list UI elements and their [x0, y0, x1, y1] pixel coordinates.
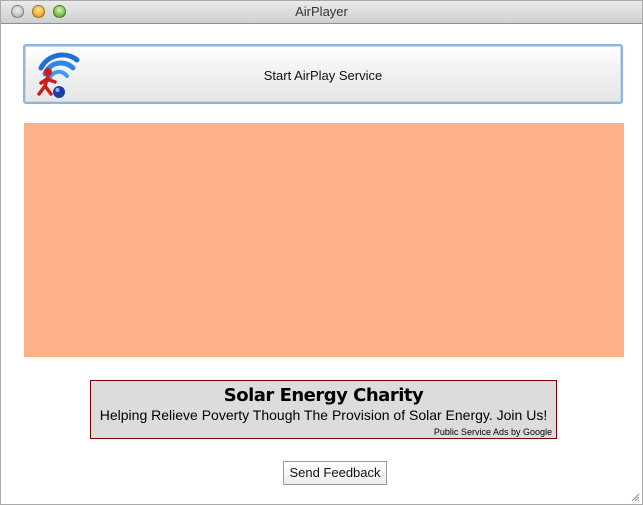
resize-grip-icon[interactable]: [629, 491, 640, 502]
title-bar[interactable]: AirPlayer: [1, 1, 642, 24]
ad-body: Helping Relieve Poverty Though The Provi…: [99, 407, 548, 423]
send-feedback-button[interactable]: Send Feedback: [283, 461, 387, 485]
content-area: [24, 123, 624, 357]
ad-title[interactable]: Solar Energy Charity: [91, 385, 556, 406]
ad-credit-link[interactable]: Public Service Ads by Google: [434, 427, 552, 437]
ad-banner[interactable]: Solar Energy Charity Helping Relieve Pov…: [90, 380, 557, 439]
start-airplay-service-button[interactable]: Start AirPlay Service: [23, 44, 623, 104]
window-title: AirPlayer: [295, 4, 348, 19]
app-window: AirPlayer Start AirPlay Service Solar En…: [0, 0, 643, 505]
start-button-label: Start AirPlay Service: [263, 68, 383, 83]
